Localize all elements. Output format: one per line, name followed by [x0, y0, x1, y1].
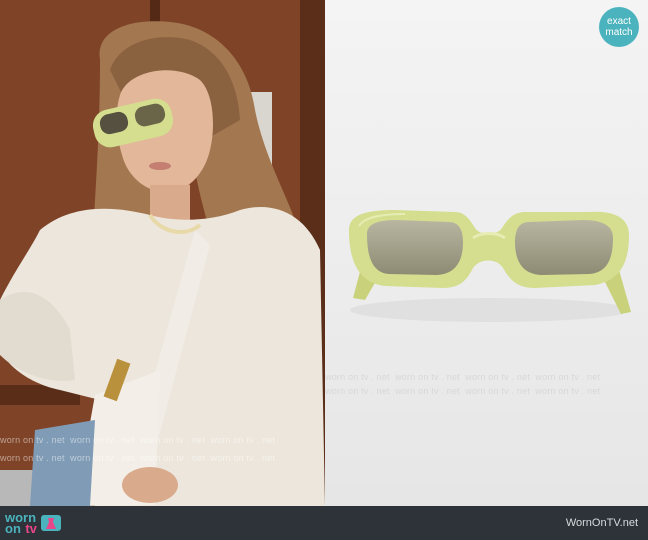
footer-bar: worn on tv WornOnTV.net	[0, 506, 648, 540]
site-logo[interactable]: worn on tv	[5, 506, 62, 540]
logo-wordmark: worn on tv	[5, 511, 37, 536]
site-name[interactable]: WornOnTV.net	[566, 517, 638, 529]
outfit-photo-illustration	[0, 0, 325, 506]
exact-match-badge: exact match	[599, 7, 639, 47]
logo-word-on-tv: on tv	[5, 521, 37, 536]
badge-line-2: match	[605, 27, 633, 38]
product-photo: worn on tv . net worn on tv . net worn o…	[325, 0, 648, 506]
outfit-photo: worn on tv . net worn on tv . net worn o…	[0, 0, 325, 506]
sunglasses-product-illustration	[325, 0, 648, 506]
tv-dress-icon	[40, 515, 61, 531]
badge-line-1: exact	[607, 16, 631, 27]
